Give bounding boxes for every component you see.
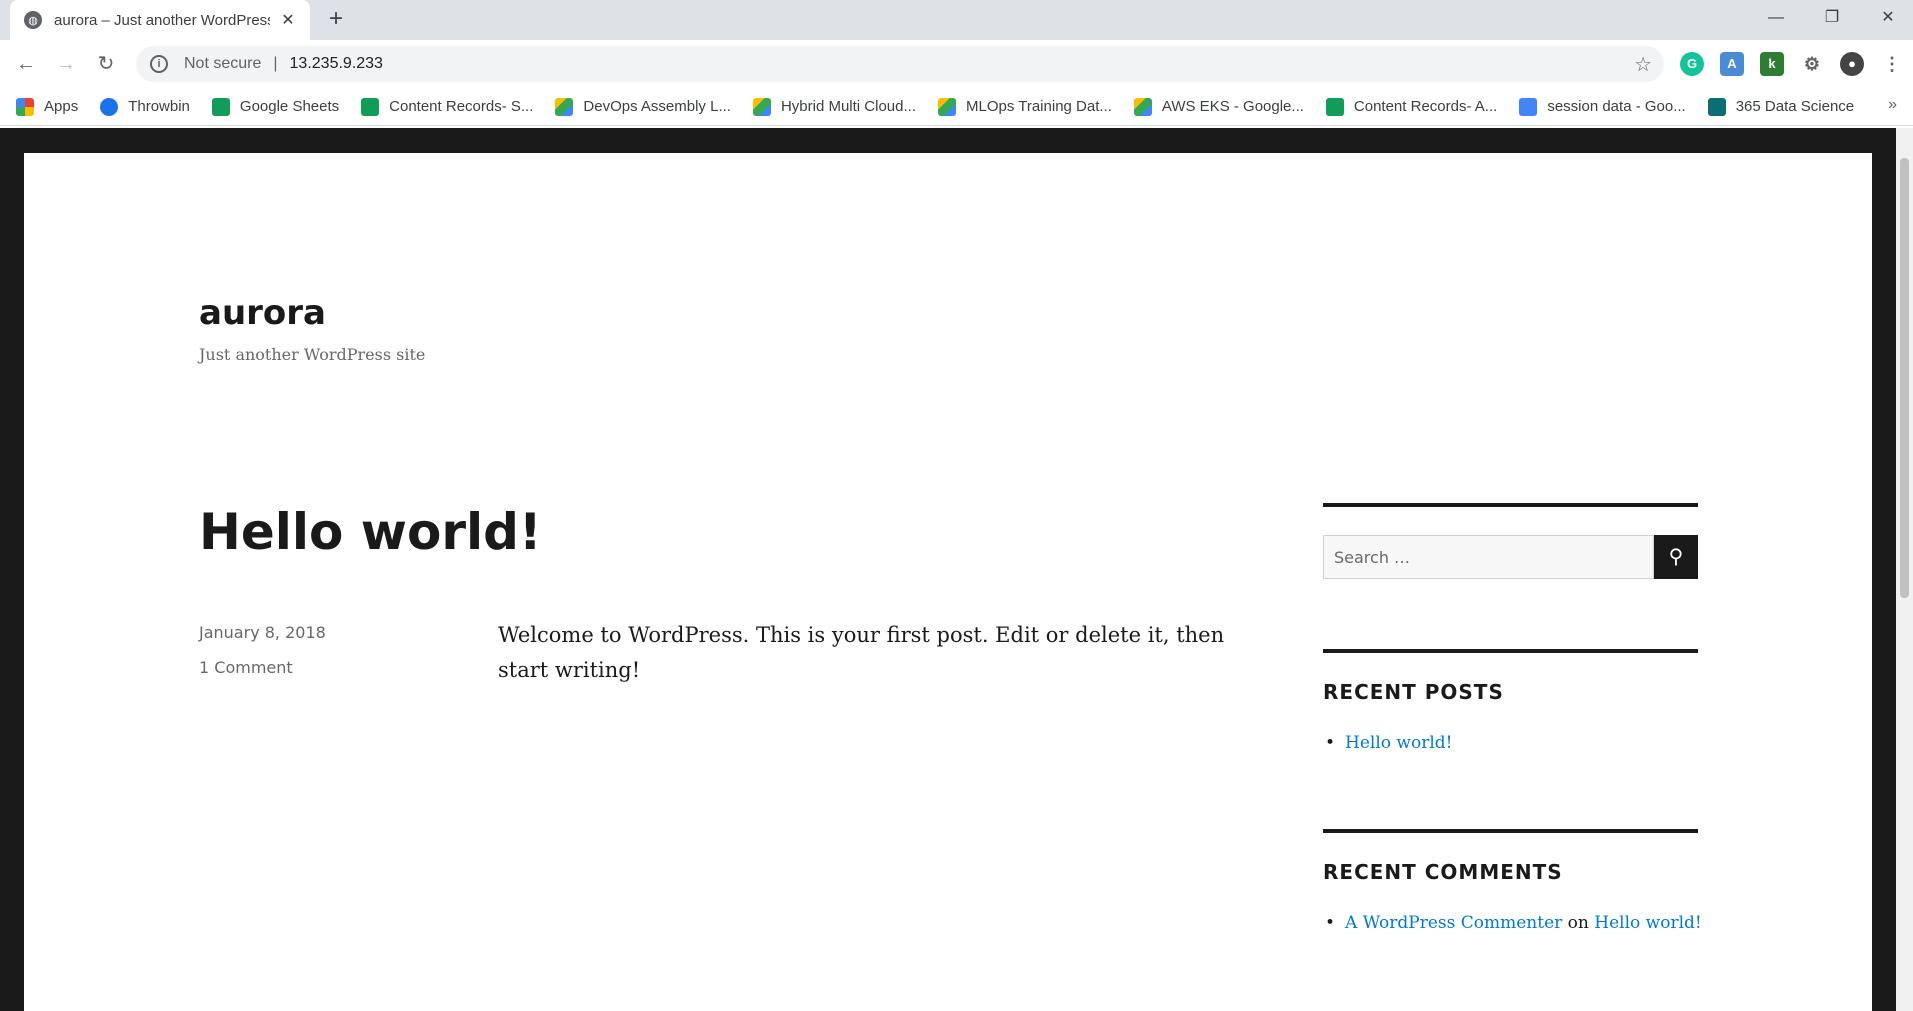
extensions-puzzle-icon[interactable]: ⚙ xyxy=(1800,52,1824,76)
drive-icon xyxy=(1133,97,1152,116)
url-text[interactable]: 13.235.9.233 xyxy=(290,55,1635,73)
address-bar[interactable]: i Not secure | 13.235.9.233 ☆ xyxy=(136,46,1664,82)
comment-on-text: on xyxy=(1567,913,1589,933)
close-window-button[interactable]: ✕ xyxy=(1865,0,1911,36)
drive-icon xyxy=(555,97,574,116)
reload-button[interactable]: ↻ xyxy=(92,50,120,78)
bookmark-session-data[interactable]: session data - Goo... xyxy=(1519,97,1686,116)
more-bookmarks-icon[interactable]: » xyxy=(1888,96,1897,114)
docs-icon xyxy=(1519,97,1538,116)
scrollbar-thumb[interactable] xyxy=(1900,158,1909,598)
recent-comments-title: RECENT COMMENTS xyxy=(1323,860,1563,884)
drive-icon xyxy=(938,97,956,116)
browser-tab[interactable]: ◍ aurora – Just another WordPress site ✕ xyxy=(10,0,310,40)
recent-comments-list: • A WordPress Commenter on Hello world! xyxy=(1325,913,1702,933)
recent-post-link[interactable]: Hello world! xyxy=(1345,733,1452,753)
extension-icon-2[interactable]: k xyxy=(1760,52,1784,76)
browser-chrome: ◍ aurora – Just another WordPress site ✕… xyxy=(0,0,1913,128)
page-content: aurora Just another WordPress site Hello… xyxy=(24,153,1872,1011)
back-button[interactable]: ← xyxy=(12,50,40,78)
tab-title: aurora – Just another WordPress site xyxy=(54,11,270,29)
globe-icon: ◍ xyxy=(24,11,42,29)
sheets-icon xyxy=(361,97,380,116)
search-icon: ⚲ xyxy=(1668,546,1684,568)
info-icon[interactable]: i xyxy=(150,55,168,73)
recent-posts-list: • Hello world! xyxy=(1325,733,1453,753)
widget-divider xyxy=(1323,649,1698,653)
search-input[interactable]: Search … xyxy=(1323,535,1654,579)
site-title[interactable]: aurora xyxy=(199,293,326,333)
comment-author-link[interactable]: A WordPress Commenter xyxy=(1345,913,1562,933)
bookmark-aws-eks[interactable]: AWS EKS - Google... xyxy=(1133,97,1304,116)
menu-kebab-icon[interactable]: ⋮ xyxy=(1880,52,1904,76)
bookmark-throwbin[interactable]: Throwbin xyxy=(100,97,190,116)
bookmark-star-icon[interactable]: ☆ xyxy=(1634,52,1652,77)
widget-divider xyxy=(1323,503,1698,507)
close-tab-icon[interactable]: ✕ xyxy=(278,10,298,30)
comment-post-link[interactable]: Hello world! xyxy=(1594,913,1701,933)
bookmark-mlops-training[interactable]: MLOps Training Dat... xyxy=(938,97,1112,116)
page-scrollbar[interactable] xyxy=(1896,128,1913,1011)
forward-button[interactable]: → xyxy=(52,50,80,78)
recent-posts-title: RECENT POSTS xyxy=(1323,680,1504,704)
minimize-button[interactable]: — xyxy=(1753,0,1799,36)
sheets-icon xyxy=(1325,97,1344,116)
profile-avatar[interactable]: ● xyxy=(1840,52,1864,76)
post-title[interactable]: Hello world! xyxy=(199,503,542,561)
search-button[interactable]: ⚲ xyxy=(1654,535,1698,579)
bookmark-365-data-science[interactable]: 365 Data Science xyxy=(1707,97,1854,116)
post-comments-link[interactable]: 1 Comment xyxy=(199,658,293,677)
extension-icon[interactable]: A xyxy=(1720,52,1744,76)
bookmark-apps[interactable]: Apps xyxy=(16,97,78,116)
bookmark-devops-assembly[interactable]: DevOps Assembly L... xyxy=(555,97,731,116)
bookmarks-bar: Apps Throwbin Google Sheets Content Reco… xyxy=(0,88,1913,126)
post-date[interactable]: January 8, 2018 xyxy=(199,623,326,642)
new-tab-button[interactable]: + xyxy=(322,6,350,34)
post-body: Welcome to WordPress. This is your first… xyxy=(498,623,1225,682)
bookmark-google-sheets[interactable]: Google Sheets xyxy=(211,97,339,116)
security-label: Not secure xyxy=(184,55,262,72)
bookmark-content-records-a[interactable]: Content Records- A... xyxy=(1325,97,1497,116)
throwbin-icon xyxy=(100,97,119,116)
restore-button[interactable]: ❐ xyxy=(1809,0,1855,36)
drive-icon xyxy=(752,97,771,116)
data-science-icon xyxy=(1707,97,1726,116)
grammarly-extension-icon[interactable]: G xyxy=(1680,52,1704,76)
widget-divider xyxy=(1323,829,1698,833)
site-description: Just another WordPress site xyxy=(199,345,426,364)
sheets-icon xyxy=(211,97,230,116)
tab-strip: ◍ aurora – Just another WordPress site ✕… xyxy=(0,0,1913,40)
bookmark-hybrid-multi-cloud[interactable]: Hybrid Multi Cloud... xyxy=(752,97,916,116)
browser-toolbar: ← → ↻ i Not secure | 13.235.9.233 ☆ G A … xyxy=(0,40,1913,88)
bookmark-content-records-s[interactable]: Content Records- S... xyxy=(361,97,533,116)
apps-grid-icon xyxy=(16,97,34,116)
